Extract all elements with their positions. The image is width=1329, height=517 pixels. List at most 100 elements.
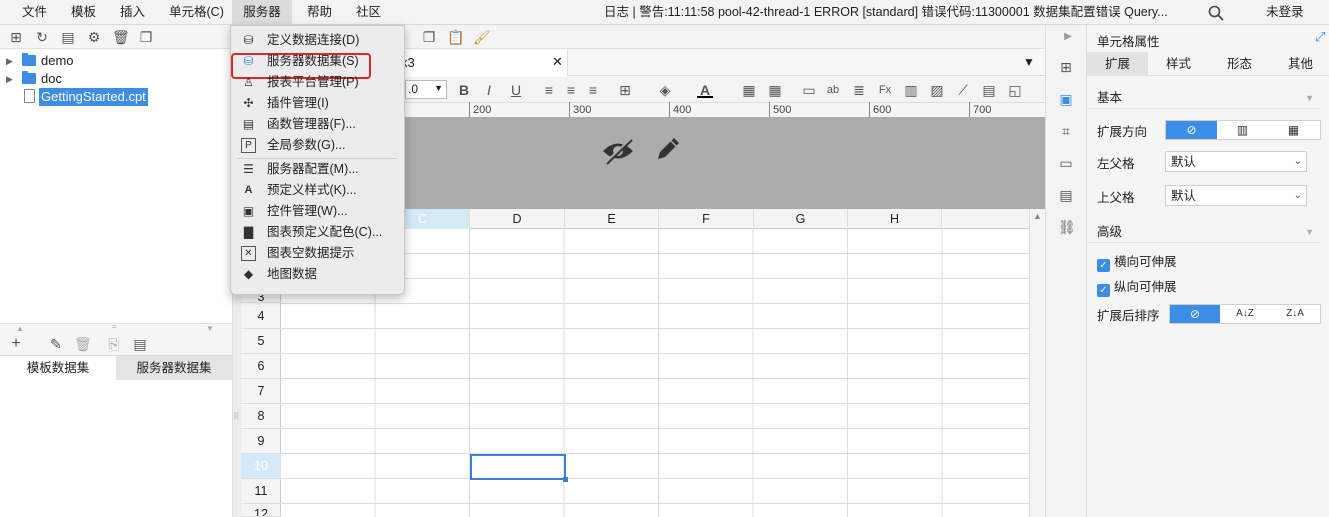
image-icon[interactable]: ▨ — [929, 82, 945, 98]
menu-cell[interactable]: 单元格(C) — [165, 0, 228, 25]
more-icon[interactable]: ◱ — [1007, 82, 1023, 98]
tree-item-doc[interactable]: ▶ doc — [0, 70, 232, 88]
login-link[interactable]: 未登录 — [1266, 0, 1304, 25]
menu-item-predefined-style[interactable]: A 预定义样式(K)... — [231, 180, 404, 201]
sub-report-icon[interactable]: ▤ — [981, 82, 997, 98]
h-expandable-checkbox[interactable]: ✓ 横向可伸展 — [1097, 254, 1177, 272]
scroll-up-icon[interactable]: ▲ — [1033, 211, 1042, 221]
insert-cell-icon[interactable]: ▭ — [801, 82, 817, 98]
tree-item-gettingstarted[interactable]: GettingStarted.cpt — [0, 88, 232, 106]
menu-item-server-dataset[interactable]: ⛁ 服务器数据集(S) — [231, 51, 404, 72]
cell-element-icon[interactable]: ⊞ — [1058, 59, 1074, 75]
v-expandable-checkbox[interactable]: ✓ 纵向可伸展 — [1097, 279, 1177, 297]
hyperlink-icon[interactable]: ⛓ — [1058, 219, 1076, 235]
pencil-icon[interactable] — [653, 134, 683, 164]
sort-ascending-icon[interactable]: A↓Z — [1220, 305, 1270, 323]
delete-icon[interactable]: 🗑 — [74, 336, 92, 352]
row-8[interactable]: 8 — [241, 404, 281, 429]
font-color-icon[interactable]: A — [697, 82, 713, 98]
no-expand-icon[interactable]: ⊘ — [1166, 121, 1217, 139]
new-file-icon[interactable]: ⊞ — [8, 29, 24, 45]
row-10[interactable]: 10 — [241, 454, 281, 479]
menu-template[interactable]: 模板 — [67, 0, 100, 25]
menu-file[interactable]: 文件 — [18, 0, 51, 25]
tab-other[interactable]: 其他 — [1270, 52, 1329, 76]
unmerge-icon[interactable]: ▦ — [767, 82, 783, 98]
tab-form[interactable]: 形态 — [1209, 52, 1270, 76]
font-size-select[interactable]: .0 ▼ — [405, 80, 447, 99]
menu-item-platform[interactable]: ♙ 报表平台管理(P) — [231, 72, 404, 93]
paragraph-icon[interactable]: ≣ — [851, 82, 867, 98]
top-parent-select[interactable]: 默认 ⌄ — [1165, 185, 1307, 206]
column-d[interactable]: D — [470, 209, 565, 229]
widget-icon[interactable]: ▭ — [1058, 155, 1074, 171]
search-icon[interactable] — [1208, 5, 1224, 21]
menu-item-empty-chart-tip[interactable]: ✕ 图表空数据提示 — [231, 243, 404, 264]
tab-list-icon[interactable]: ▼ — [1023, 55, 1035, 69]
hidden-eye-icon[interactable] — [601, 136, 635, 166]
row-4[interactable]: 4 — [241, 304, 281, 329]
menu-item-functions[interactable]: ▤ 函数管理器(F)... — [231, 114, 404, 135]
advanced-section[interactable]: 高级 ▼ — [1087, 221, 1320, 243]
menu-item-define-connection[interactable]: ⛁ 定义数据连接(D) — [231, 30, 404, 51]
horizontal-expand-icon[interactable]: ▦ — [1268, 121, 1319, 139]
chart-icon[interactable]: ▥ — [903, 82, 919, 98]
pin-icon[interactable]: ⤢ — [1315, 29, 1325, 45]
column-e[interactable]: E — [565, 209, 659, 229]
edit-icon[interactable]: ✎ — [48, 336, 64, 352]
menu-item-widget-manager[interactable]: ▣ 控件管理(W)... — [231, 201, 404, 222]
border-icon[interactable]: ⊞ — [617, 82, 633, 98]
column-g[interactable]: G — [754, 209, 848, 229]
menu-item-global-params[interactable]: P 全局参数(G)... — [231, 135, 404, 156]
menu-help[interactable]: 帮助 — [303, 0, 336, 25]
row-12[interactable]: 12 — [241, 504, 281, 517]
vertical-expand-icon[interactable]: ▥ — [1217, 121, 1268, 139]
menu-item-plugins[interactable]: ✣ 插件管理(I) — [231, 93, 404, 114]
format-painter-icon[interactable]: 🖌 — [473, 29, 491, 45]
copy-icon[interactable]: ❐ — [138, 29, 154, 45]
fill-color-icon[interactable]: ◈ — [657, 82, 673, 98]
condition-icon[interactable]: ▤ — [1058, 187, 1074, 203]
menu-item-map-data[interactable]: ◆ 地图数据 — [231, 264, 404, 285]
expand-arrow-icon[interactable]: ▶ — [6, 70, 13, 88]
paste-icon[interactable]: 📋 — [447, 29, 464, 45]
row-6[interactable]: 6 — [241, 354, 281, 379]
tab-template-dataset[interactable]: 模板数据集 — [0, 356, 116, 381]
row-9[interactable]: 9 — [241, 429, 281, 454]
column-f[interactable]: F — [659, 209, 754, 229]
preview-icon[interactable]: ⎘ — [106, 336, 122, 352]
row-11[interactable]: 11 — [241, 479, 281, 504]
row-5[interactable]: 5 — [241, 329, 281, 354]
refresh-icon[interactable]: ↻ — [34, 29, 50, 45]
merge-icon[interactable]: ▦ — [741, 82, 757, 98]
sort-descending-icon[interactable]: Z↓A — [1270, 305, 1320, 323]
left-parent-select[interactable]: 默认 ⌄ — [1165, 151, 1307, 172]
no-sort-icon[interactable]: ⊘ — [1170, 305, 1220, 323]
fill-handle[interactable] — [563, 477, 568, 482]
panel-splitter[interactable]: ▲ = ▼ — [0, 322, 232, 333]
open-icon[interactable]: ▤ — [60, 29, 76, 45]
italic-icon[interactable]: I — [481, 82, 497, 98]
menu-insert[interactable]: 插入 — [116, 0, 149, 25]
settings-icon[interactable]: ⚙ — [86, 29, 102, 45]
close-icon[interactable]: ✕ — [552, 54, 563, 70]
underline-icon[interactable]: U — [508, 82, 524, 98]
expand-arrow-icon[interactable]: ▶ — [6, 52, 13, 70]
align-left-icon[interactable]: ≡ — [541, 82, 557, 98]
tab-expand[interactable]: 扩展 — [1087, 52, 1148, 76]
slash-icon[interactable]: ⟋ — [955, 82, 971, 98]
collapse-icon[interactable]: ▶ — [1060, 29, 1076, 45]
basic-section[interactable]: 基本 ▼ — [1087, 87, 1320, 109]
dataset-settings-icon[interactable]: ▤ — [132, 336, 148, 352]
align-right-icon[interactable]: ≡ — [585, 82, 601, 98]
formula-icon[interactable]: Fx — [877, 82, 893, 98]
tree-item-demo[interactable]: ▶ demo — [0, 52, 232, 70]
crop-icon[interactable]: ⌗ — [1058, 123, 1074, 139]
bold-icon[interactable]: B — [456, 82, 472, 98]
text-icon[interactable]: ab — [825, 82, 841, 98]
menu-item-chart-colors[interactable]: ▇ 图表预定义配色(C)... — [231, 222, 404, 243]
tab-server-dataset[interactable]: 服务器数据集 — [116, 356, 232, 381]
align-center-icon[interactable]: ≡ — [563, 82, 579, 98]
cell-attribute-icon[interactable]: ▣ — [1058, 91, 1074, 107]
delete-icon[interactable]: 🗑 — [112, 29, 130, 45]
